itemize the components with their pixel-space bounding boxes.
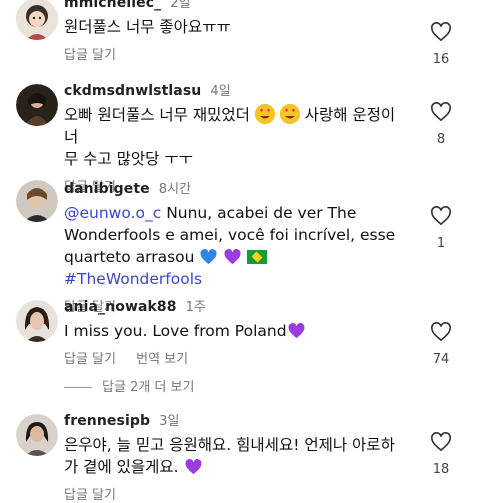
timestamp: 1주 (185, 300, 207, 315)
like-count: 74 (432, 352, 450, 367)
comment-meta: ania_nowak88 1주 (64, 296, 404, 315)
comment-item: mmichellec_ 2일 원더풀스 너무 좋아요ㅠㅠ 답글 달기 16 (0, 0, 480, 72)
comment-actions: 답글 달기 번역 보기 (64, 348, 404, 367)
heart-outline-icon[interactable] (430, 322, 452, 342)
comment-item: frennesipb 3일 은우야, 늘 믿고 응원해요. 힘내세요! 언제나 … (0, 410, 480, 503)
comment-meta: frennesipb 3일 (64, 410, 404, 429)
like-count: 18 (432, 462, 450, 477)
blue-heart-icon (200, 249, 217, 265)
heart-eyes-emoji-icon (254, 104, 275, 124)
divider-line (64, 387, 92, 388)
like-group: 18 (426, 432, 456, 477)
like-group: 74 (426, 322, 456, 367)
username[interactable]: mmichellec_ (64, 0, 161, 11)
like-count: 1 (436, 236, 446, 251)
heart-eyes-emoji-icon (279, 104, 300, 124)
reply-button[interactable]: 답글 달기 (64, 48, 116, 63)
comment-meta: mmichellec_ 2일 (64, 0, 404, 11)
comment-feed: mmichellec_ 2일 원더풀스 너무 좋아요ㅠㅠ 답글 달기 16 ck… (0, 0, 480, 503)
heart-outline-icon[interactable] (430, 206, 452, 226)
like-group: 16 (426, 22, 456, 67)
timestamp: 8시간 (158, 182, 192, 197)
comment-body: mmichellec_ 2일 원더풀스 너무 좋아요ㅠㅠ 답글 달기 (64, 0, 404, 63)
comment-body: frennesipb 3일 은우야, 늘 믿고 응원해요. 힘내세요! 언제나 … (64, 410, 404, 503)
like-count: 8 (436, 132, 446, 147)
reply-button[interactable]: 답글 달기 (64, 352, 116, 367)
reply-button[interactable]: 답글 달기 (64, 488, 116, 503)
purple-heart-icon (288, 323, 305, 339)
avatar[interactable] (16, 84, 58, 126)
brazil-flag-icon (247, 250, 268, 264)
view-more-replies[interactable]: 답글 2개 더 보기 (64, 376, 194, 395)
comment-text: I miss you. Love from Poland (64, 320, 404, 342)
comment-text: 오빠 원더풀스 너무 재밌었더 사랑해 운정이 너 무 수고 많앗당 ㅜㅜ (64, 104, 396, 168)
username[interactable]: ckdmsdnwlstlasu (64, 83, 201, 99)
comment-meta: danibigete 8시간 (64, 178, 404, 197)
view-more-replies-label: 답글 2개 더 보기 (102, 380, 195, 395)
comment-actions: 답글 달기 (64, 44, 404, 63)
heart-outline-icon[interactable] (430, 102, 452, 122)
avatar[interactable] (16, 180, 58, 222)
comment-item: danibigete 8시간 @eunwo.o_c Nunu, acabei d… (0, 178, 480, 315)
comment-body: ania_nowak88 1주 I miss you. Love from Po… (64, 296, 404, 367)
comment-meta: ckdmsdnwlstlasu 4일 (64, 80, 404, 99)
purple-heart-icon (185, 459, 202, 475)
username[interactable]: ania_nowak88 (64, 299, 177, 315)
avatar[interactable] (16, 414, 58, 456)
username[interactable]: danibigete (64, 181, 150, 197)
comment-item: ckdmsdnwlstlasu 4일 오빠 원더풀스 너무 재밌었더 사랑해 운… (0, 80, 480, 195)
heart-outline-icon[interactable] (430, 22, 452, 42)
username[interactable]: frennesipb (64, 413, 150, 429)
like-group: 8 (426, 102, 456, 147)
comment-text: @eunwo.o_c Nunu, acabei de ver The Wonde… (64, 204, 396, 288)
translate-button[interactable]: 번역 보기 (136, 352, 188, 367)
timestamp: 4일 (210, 84, 231, 99)
timestamp: 3일 (159, 414, 180, 429)
purple-heart-icon (224, 249, 241, 265)
timestamp: 2일 (170, 0, 191, 11)
comment-text: 은우야, 늘 믿고 응원해요. 힘내세요! 언제나 아로하가 곁에 있을게요. (64, 436, 395, 476)
comment-body: danibigete 8시간 @eunwo.o_c Nunu, acabei d… (64, 178, 404, 315)
avatar[interactable] (16, 300, 58, 342)
mention-link[interactable]: @eunwo.o_c (64, 204, 161, 222)
hashtag-link[interactable]: #TheWonderfools (64, 270, 202, 288)
like-group: 1 (426, 206, 456, 251)
avatar[interactable] (16, 0, 58, 40)
comment-text: 원더풀스 너무 좋아요ㅠㅠ (64, 18, 231, 36)
heart-outline-icon[interactable] (430, 432, 452, 452)
like-count: 16 (432, 52, 450, 67)
